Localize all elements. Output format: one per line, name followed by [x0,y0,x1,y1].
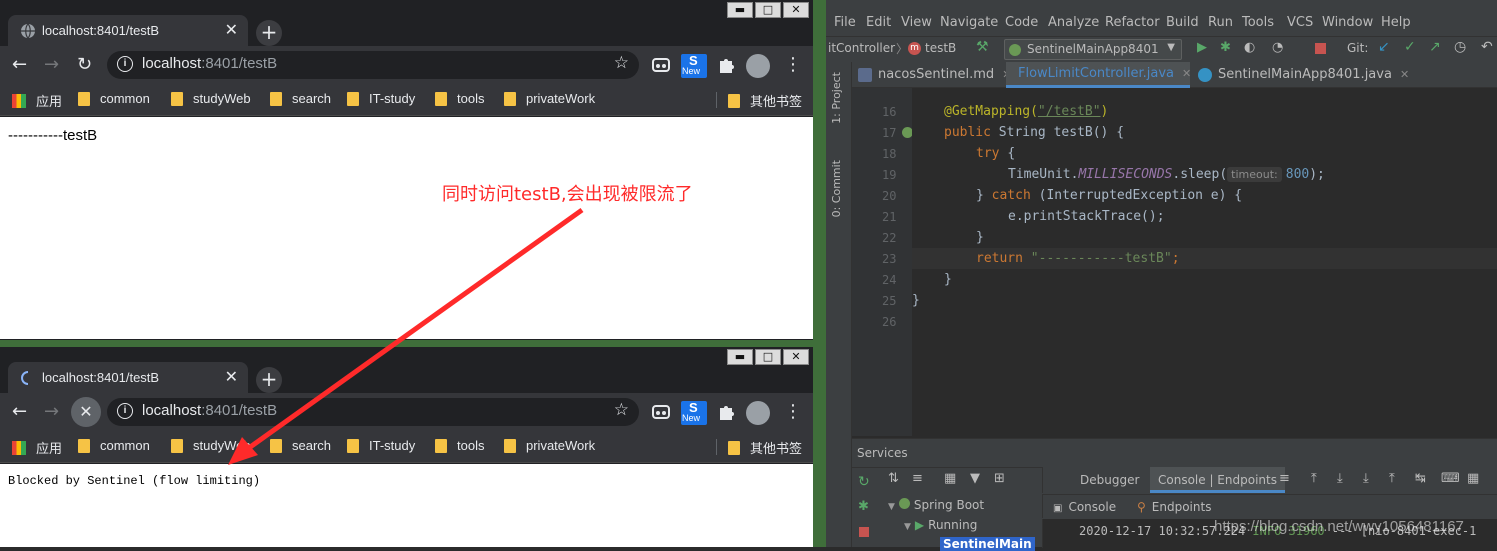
annotation-arrow [228,207,584,465]
watermark: https://blog.csdn.net/wwy1056481167 [1214,518,1464,535]
